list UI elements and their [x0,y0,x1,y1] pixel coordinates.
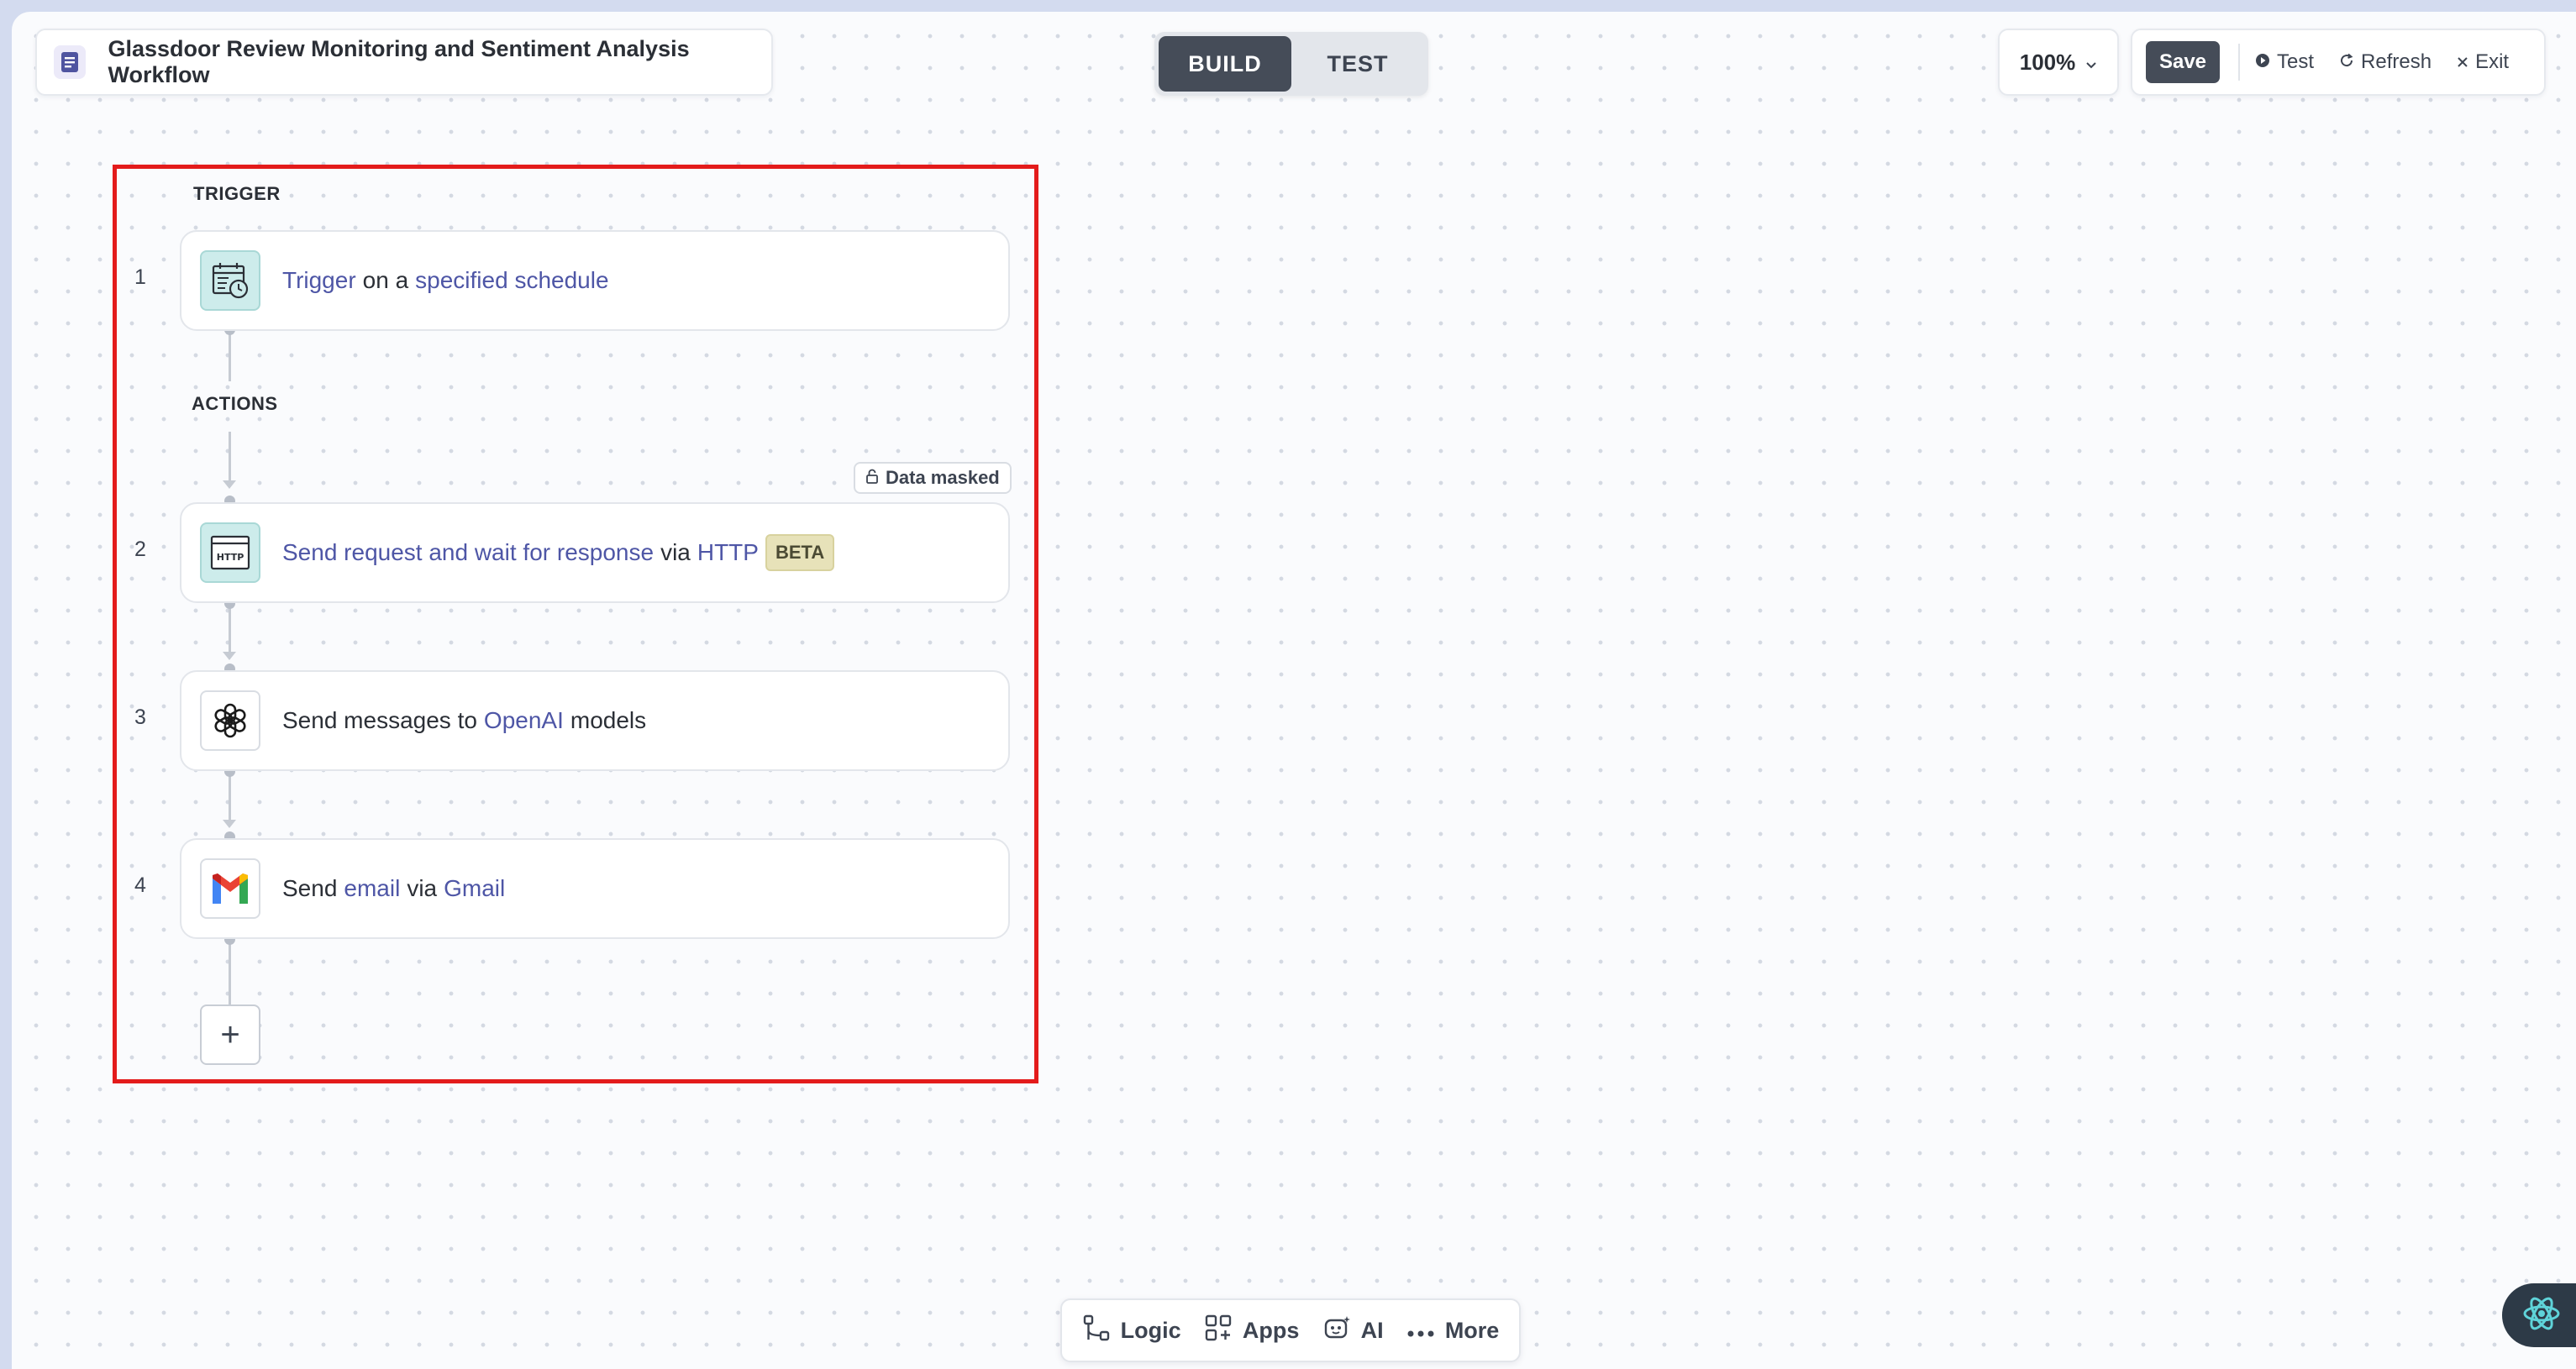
http-step-card[interactable]: HTTP Send request and wait for response … [180,502,1010,603]
assistant-atom-icon [2521,1293,2563,1339]
workflow-title-card[interactable]: Glassdoor Review Monitoring and Sentimen… [35,29,773,96]
test-button[interactable]: Test [2255,50,2314,74]
apps-icon [1204,1314,1233,1348]
gmail-step-card[interactable]: Send email via Gmail [180,838,1010,939]
bottom-toolbar: Logic Apps AI More [1060,1298,1521,1362]
save-button[interactable]: Save [2146,41,2220,83]
step-number: 3 [134,705,146,729]
step-text-part: on a [362,267,409,293]
logic-label: Logic [1120,1317,1181,1343]
refresh-icon [2339,50,2354,74]
data-masked-label: Data masked [886,467,1000,488]
exit-label: Exit [2475,50,2510,73]
more-label: More [1444,1317,1500,1343]
assistant-button[interactable] [2502,1283,2576,1347]
connector-line [229,774,231,825]
actions-section-label: ACTIONS [192,393,278,414]
svg-text:HTTP: HTTP [217,552,244,563]
calendar-clock-icon [200,250,260,311]
action-link[interactable]: email [344,875,400,902]
step-description: Trigger on a specified schedule [282,267,609,294]
connector-line [229,432,231,482]
mode-toggle: BUILD TEST [1154,32,1428,96]
zoom-value: 100% [2019,49,2076,75]
openai-step-card[interactable]: Send messages to OpenAI models [180,670,1010,771]
logic-icon [1082,1314,1111,1348]
schedule-link[interactable]: specified schedule [415,267,608,294]
data-masked-badge: Data masked [854,462,1012,494]
zoom-select[interactable]: 100% [1998,29,2119,96]
connector-line [229,606,231,657]
lock-icon [865,467,879,489]
ai-robot-icon [1322,1314,1351,1348]
step-text-part: Send [282,875,338,901]
app-link[interactable]: OpenAI [484,707,564,734]
trigger-section-label: TRIGGER [193,183,281,204]
close-icon [2457,50,2468,74]
step-description: Send messages to OpenAI models [282,707,646,734]
step-number: 1 [134,265,146,289]
arrow-down-icon [223,652,236,660]
play-circle-icon [2255,50,2270,74]
chevron-down-icon [2085,50,2097,76]
logic-button[interactable]: Logic [1082,1314,1181,1348]
apps-label: Apps [1242,1317,1300,1343]
gmail-icon [200,858,260,919]
arrow-down-icon [223,820,236,828]
refresh-button[interactable]: Refresh [2339,50,2431,74]
exit-button[interactable]: Exit [2457,50,2509,74]
step-number: 4 [134,873,146,897]
step-text-part: via [660,539,691,565]
more-button[interactable]: More [1406,1317,1500,1344]
test-tab[interactable]: TEST [1291,36,1424,92]
trigger-step-card[interactable]: Trigger on a specified schedule [180,230,1010,331]
toolbar-actions: Save Test Refresh Exit [2131,29,2546,96]
build-tab[interactable]: BUILD [1159,36,1291,92]
document-icon [54,45,87,79]
step-text-part: Send messages to [282,707,477,733]
workflow-title: Glassdoor Review Monitoring and Sentimen… [108,36,690,87]
step-number: 2 [134,538,146,561]
arrow-down-icon [223,480,236,489]
trigger-link[interactable]: Trigger [282,267,356,294]
refresh-label: Refresh [2361,50,2432,73]
step-description: Send email via Gmail [282,875,505,902]
ai-label: AI [1360,1317,1384,1343]
more-dots-icon [1406,1318,1435,1344]
add-step-button[interactable]: + [200,1004,260,1065]
beta-badge: BETA [765,534,835,571]
ai-button[interactable]: AI [1322,1314,1384,1348]
app-link[interactable]: Gmail [444,875,505,902]
apps-button[interactable]: Apps [1204,1314,1300,1348]
app-link[interactable]: HTTP [697,539,759,566]
http-icon: HTTP [200,522,260,583]
toolbar-divider [2238,44,2240,81]
action-link[interactable]: Send request and wait for response [282,539,654,566]
openai-icon [200,690,260,751]
test-label: Test [2277,50,2315,73]
connector-line [229,942,231,1004]
step-text-part: via [407,875,438,901]
step-text-part: models [570,707,647,733]
connector-line [229,331,231,381]
step-description: Send request and wait for response via H… [282,534,835,571]
